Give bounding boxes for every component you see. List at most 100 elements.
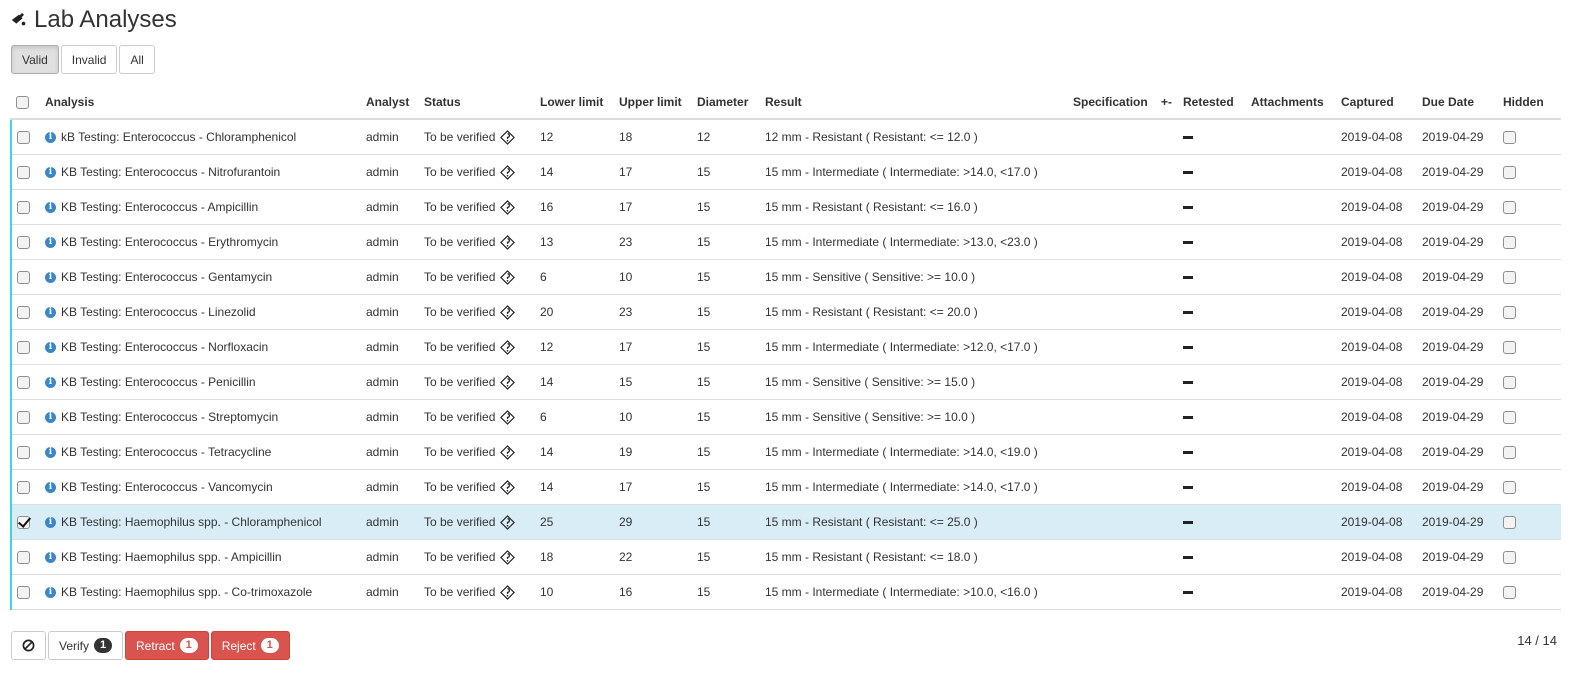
column-header-hidden[interactable]: Hidden <box>1498 86 1561 120</box>
hidden-checkbox[interactable] <box>1503 411 1516 425</box>
retract-count-badge: 1 <box>179 638 198 653</box>
info-icon[interactable]: i <box>45 272 56 284</box>
info-icon[interactable]: i <box>45 412 56 424</box>
row-select-cell <box>10 469 40 505</box>
hidden-checkbox[interactable] <box>1503 306 1516 320</box>
column-header-diameter[interactable]: Diameter <box>692 86 760 120</box>
info-icon[interactable]: i <box>45 552 56 564</box>
column-header-upper-limit[interactable]: Upper limit <box>614 86 692 120</box>
row-select-checkbox[interactable] <box>17 131 30 145</box>
diameter-cell: 15 <box>692 224 760 260</box>
row-select-checkbox[interactable] <box>17 341 30 355</box>
row-select-checkbox[interactable] <box>17 481 30 495</box>
upper-limit-cell: 23 <box>614 224 692 260</box>
table-row[interactable]: i KB Testing: Enterococcus - Penicillin a… <box>10 364 1561 400</box>
hidden-checkbox[interactable] <box>1503 586 1516 600</box>
lower-limit-cell: 12 <box>535 329 614 365</box>
row-select-checkbox[interactable] <box>17 236 30 250</box>
info-icon[interactable]: i <box>45 517 56 529</box>
row-select-checkbox[interactable] <box>17 446 30 460</box>
column-header-plusminus[interactable]: +- <box>1156 86 1178 120</box>
table-row[interactable]: i KB Testing: Enterococcus - Gentamycin a… <box>10 259 1561 295</box>
table-row[interactable]: i kB Testing: Enterococcus - Chlorampheni… <box>10 118 1561 155</box>
info-icon[interactable]: i <box>45 587 56 599</box>
column-header-analyst[interactable]: Analyst <box>361 86 419 120</box>
attachments-cell <box>1246 399 1336 435</box>
hidden-checkbox[interactable] <box>1503 551 1516 565</box>
filter-invalid-button[interactable]: Invalid <box>60 45 118 74</box>
analysis-cell: i KB Testing: Enterococcus - Linezolid <box>40 294 361 330</box>
verify-button[interactable]: Verify 1 <box>48 631 124 660</box>
column-header-attachments[interactable]: Attachments <box>1246 86 1336 120</box>
row-select-checkbox[interactable] <box>17 166 30 180</box>
table-row[interactable]: i KB Testing: Enterococcus - Streptomycin… <box>10 399 1561 435</box>
to-be-verified-icon <box>500 234 516 250</box>
hidden-checkbox[interactable] <box>1503 236 1516 250</box>
hidden-checkbox[interactable] <box>1503 516 1516 530</box>
info-icon[interactable]: i <box>45 237 56 249</box>
table-row[interactable]: i KB Testing: Enterococcus - Tetracycline… <box>10 434 1561 470</box>
hidden-checkbox[interactable] <box>1503 376 1516 390</box>
column-header-captured[interactable]: Captured <box>1336 86 1417 120</box>
specification-cell <box>1068 329 1156 365</box>
hidden-cell <box>1498 259 1561 295</box>
select-all-header <box>11 86 40 120</box>
analyses-table-body: i kB Testing: Enterococcus - Chlorampheni… <box>10 118 1561 610</box>
upper-limit-cell: 18 <box>614 118 692 155</box>
column-header-analysis[interactable]: Analysis <box>40 86 361 120</box>
select-all-checkbox[interactable] <box>16 96 29 110</box>
reject-button[interactable]: Reject 1 <box>210 631 290 660</box>
hidden-checkbox[interactable] <box>1503 166 1516 180</box>
column-header-due-date[interactable]: Due Date <box>1417 86 1498 120</box>
captured-cell: 2019-04-08 <box>1336 259 1417 295</box>
row-select-checkbox[interactable] <box>17 201 30 215</box>
info-icon[interactable]: i <box>45 447 56 459</box>
table-row[interactable]: i KB Testing: Enterococcus - Ampicillin a… <box>10 189 1561 225</box>
hidden-checkbox[interactable] <box>1503 201 1516 215</box>
row-select-checkbox[interactable] <box>17 516 30 530</box>
hidden-checkbox[interactable] <box>1503 131 1516 145</box>
row-select-checkbox[interactable] <box>17 271 30 285</box>
not-retested-icon <box>1183 311 1193 315</box>
column-header-retested[interactable]: Retested <box>1178 86 1246 120</box>
table-row[interactable]: i KB Testing: Enterococcus - Norfloxacin … <box>10 329 1561 365</box>
table-row[interactable]: i KB Testing: Enterococcus - Vancomycin a… <box>10 469 1561 505</box>
column-header-lower-limit[interactable]: Lower limit <box>535 86 614 120</box>
retract-button[interactable]: Retract 1 <box>125 631 209 660</box>
info-icon[interactable]: i <box>45 167 56 179</box>
status-cell: To be verified <box>419 189 535 225</box>
hidden-checkbox[interactable] <box>1503 271 1516 285</box>
result-cell: 15 mm - Sensitive ( Sensitive: >= 15.0 ) <box>760 364 1068 400</box>
row-select-checkbox[interactable] <box>17 376 30 390</box>
table-row[interactable]: i KB Testing: Enterococcus - Nitrofuranto… <box>10 154 1561 190</box>
info-icon[interactable]: i <box>45 342 56 354</box>
hidden-checkbox[interactable] <box>1503 446 1516 460</box>
row-select-checkbox[interactable] <box>17 586 30 600</box>
due-date-cell: 2019-04-29 <box>1417 399 1498 435</box>
table-row[interactable]: i KB Testing: Haemophilus spp. - Ampicill… <box>10 539 1561 575</box>
table-row[interactable]: i KB Testing: Enterococcus - Linezolid ad… <box>10 294 1561 330</box>
info-icon[interactable]: i <box>45 377 56 389</box>
deselect-all-button[interactable] <box>11 631 46 660</box>
column-header-specification[interactable]: Specification <box>1068 86 1156 120</box>
filter-all-button[interactable]: All <box>119 45 155 74</box>
row-select-checkbox[interactable] <box>17 306 30 320</box>
analyses-table: Analysis Analyst Status Lower limit Uppe… <box>10 86 1561 610</box>
hidden-checkbox[interactable] <box>1503 341 1516 355</box>
info-icon[interactable]: i <box>45 482 56 494</box>
column-header-result[interactable]: Result <box>760 86 1068 120</box>
row-select-checkbox[interactable] <box>17 551 30 565</box>
info-icon[interactable]: i <box>45 202 56 214</box>
hidden-checkbox[interactable] <box>1503 481 1516 495</box>
analysis-name: KB Testing: Enterococcus - Penicillin <box>61 375 256 389</box>
row-select-checkbox[interactable] <box>17 411 30 425</box>
table-row[interactable]: i KB Testing: Haemophilus spp. - Co-trimo… <box>10 574 1561 610</box>
info-icon[interactable]: i <box>45 307 56 319</box>
info-icon[interactable]: i <box>45 132 56 144</box>
retested-cell <box>1178 259 1246 295</box>
table-row[interactable]: i KB Testing: Enterococcus - Erythromycin… <box>10 224 1561 260</box>
row-select-cell <box>10 118 40 155</box>
column-header-status[interactable]: Status <box>419 86 535 120</box>
filter-valid-button[interactable]: Valid <box>11 45 59 74</box>
table-row[interactable]: i KB Testing: Haemophilus spp. - Chloramp… <box>10 504 1561 540</box>
